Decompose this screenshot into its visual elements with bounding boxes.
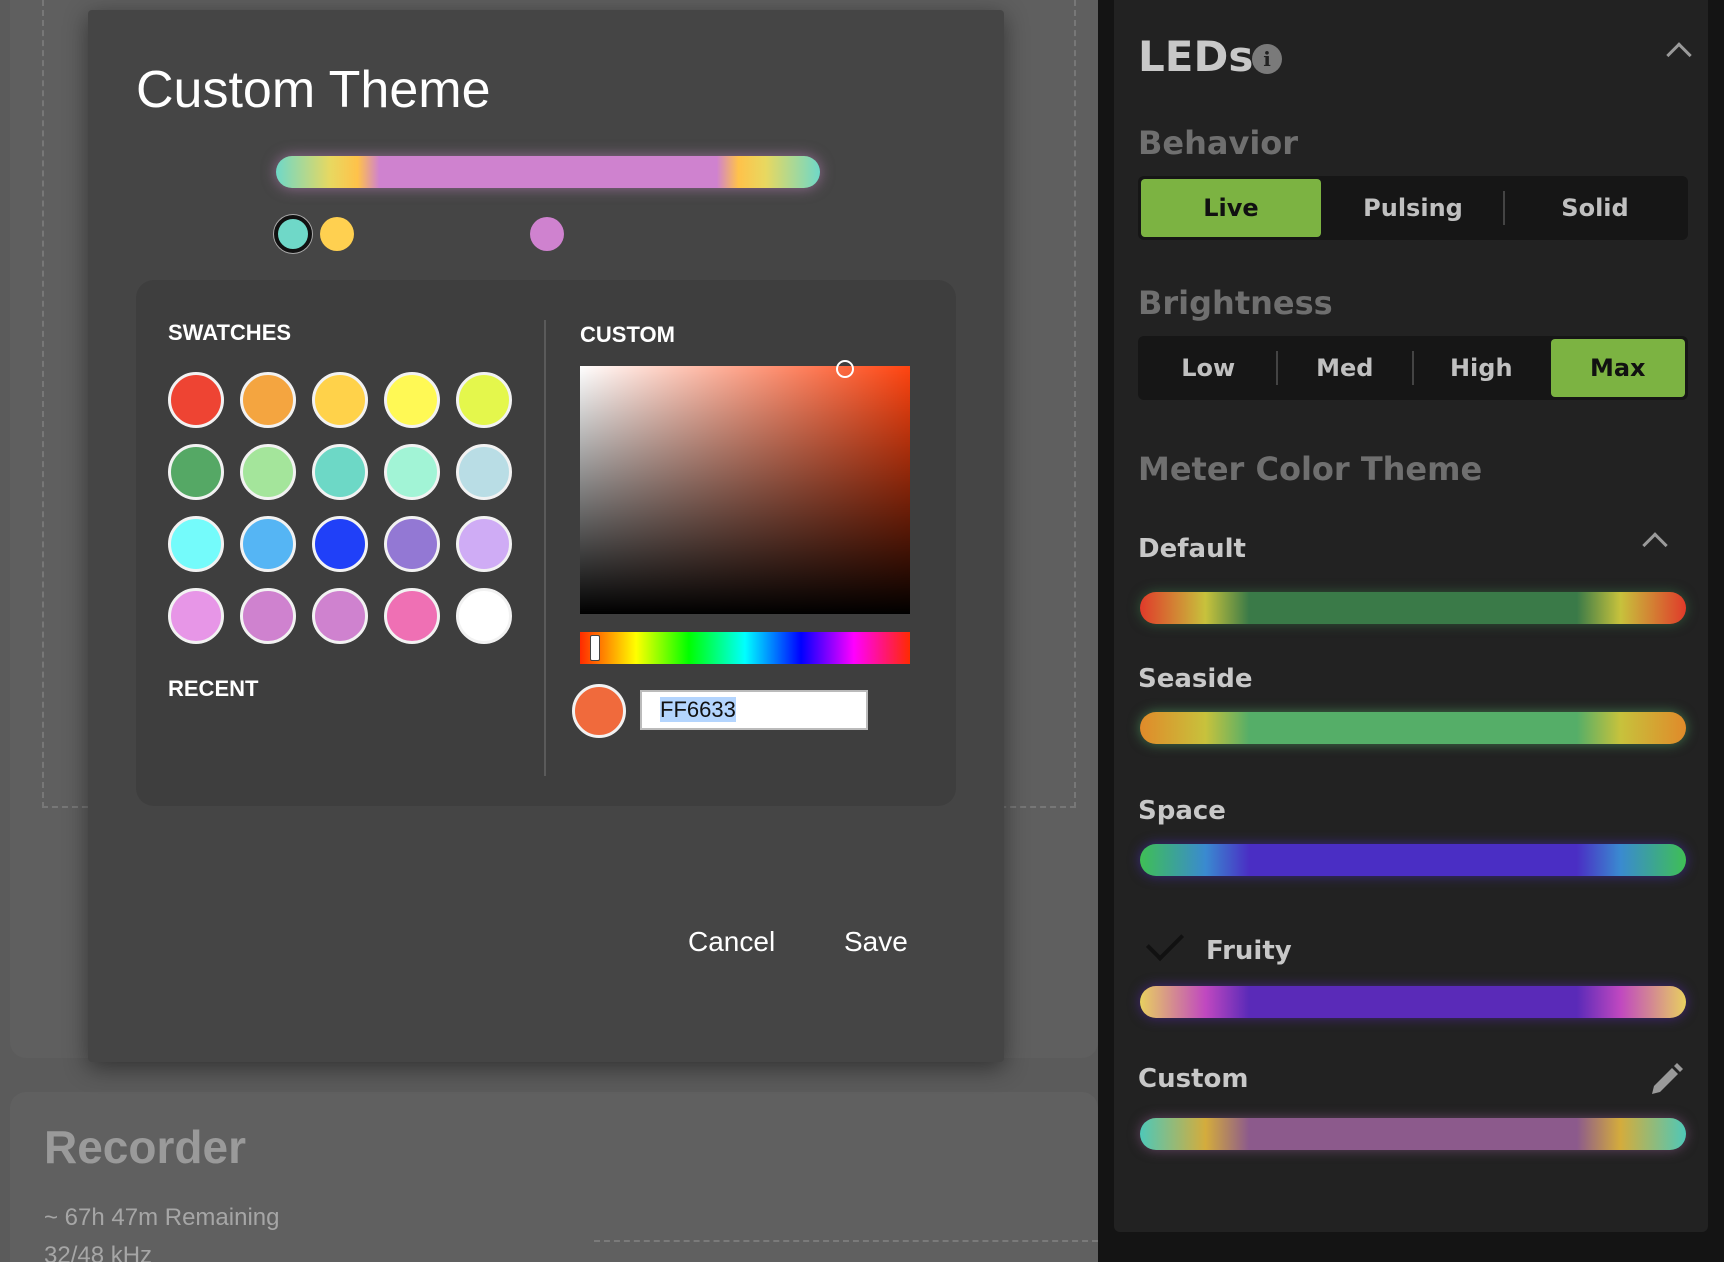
- swatch-9[interactable]: [384, 444, 440, 500]
- brightness-label: Brightness: [1138, 284, 1333, 322]
- swatch-5[interactable]: [456, 372, 512, 428]
- color-stop-3[interactable]: [530, 217, 564, 251]
- meter-color-theme-label: Meter Color Theme: [1138, 450, 1483, 488]
- swatch-17[interactable]: [240, 588, 296, 644]
- brightness-selector: Low Med High Max: [1138, 336, 1688, 400]
- current-color-preview: [572, 684, 626, 738]
- swatch-10[interactable]: [456, 444, 512, 500]
- color-stop-2[interactable]: [320, 217, 354, 251]
- brightness-option-max[interactable]: Max: [1550, 339, 1685, 397]
- theme-name-space[interactable]: Space: [1138, 796, 1226, 826]
- theme-preview-bar: [276, 156, 820, 188]
- swatch-2[interactable]: [240, 372, 296, 428]
- swatch-1[interactable]: [168, 372, 224, 428]
- theme-bar-default[interactable]: [1140, 592, 1686, 624]
- save-button[interactable]: Save: [844, 926, 908, 958]
- brightness-option-med[interactable]: Med: [1278, 339, 1413, 397]
- custom-theme-dialog: Custom Theme SWATCHES RECENT CUSTOM FF66…: [88, 10, 1004, 1062]
- swatch-19[interactable]: [384, 588, 440, 644]
- swatch-20[interactable]: [456, 588, 512, 644]
- collapse-chevron-icon[interactable]: [1666, 42, 1692, 68]
- color-picker: SWATCHES RECENT CUSTOM FF6633: [136, 280, 956, 806]
- swatch-8[interactable]: [312, 444, 368, 500]
- hex-input-value: FF6633: [660, 697, 736, 722]
- dialog-title: Custom Theme: [136, 61, 491, 119]
- pencil-icon[interactable]: [1646, 1060, 1686, 1100]
- behavior-selector: Live Pulsing Solid: [1138, 176, 1688, 240]
- brightness-option-low[interactable]: Low: [1141, 339, 1276, 397]
- behavior-option-solid[interactable]: Solid: [1505, 179, 1685, 237]
- theme-name-custom[interactable]: Custom: [1138, 1064, 1248, 1094]
- swatch-14[interactable]: [384, 516, 440, 572]
- behavior-label: Behavior: [1138, 124, 1299, 162]
- swatch-12[interactable]: [240, 516, 296, 572]
- leds-title: LEDs: [1138, 32, 1254, 81]
- theme-name-seaside[interactable]: Seaside: [1138, 664, 1253, 694]
- recorder-divider: [594, 1240, 1098, 1242]
- saturation-value-field[interactable]: [580, 360, 910, 614]
- swatch-6[interactable]: [168, 444, 224, 500]
- recent-label: RECENT: [168, 676, 259, 701]
- theme-name-default[interactable]: Default: [1138, 534, 1246, 564]
- recorder-remaining: ~ 67h 47m Remaining: [44, 1204, 280, 1231]
- hex-color-input[interactable]: FF6633: [640, 690, 868, 730]
- recorder-sample-rate: 32/48 kHz: [44, 1242, 153, 1262]
- recorder-card: Recorder ~ 67h 47m Remaining 32/48 kHz: [10, 1092, 1098, 1262]
- swatch-grid: [168, 372, 512, 644]
- checkmark-icon: [1145, 922, 1185, 962]
- custom-label: CUSTOM: [580, 322, 675, 347]
- theme-bar-custom[interactable]: [1140, 1118, 1686, 1150]
- theme-name-fruity[interactable]: Fruity: [1206, 936, 1292, 966]
- picker-divider: [544, 320, 546, 776]
- theme-bar-seaside[interactable]: [1140, 712, 1686, 744]
- swatch-4[interactable]: [384, 372, 440, 428]
- swatch-18[interactable]: [312, 588, 368, 644]
- behavior-option-pulsing[interactable]: Pulsing: [1323, 179, 1503, 237]
- swatch-15[interactable]: [456, 516, 512, 572]
- theme-bar-space[interactable]: [1140, 844, 1686, 876]
- hue-slider-handle[interactable]: [590, 635, 600, 661]
- swatches-label: SWATCHES: [168, 320, 292, 345]
- color-stop-1[interactable]: [274, 215, 312, 253]
- info-icon[interactable]: i: [1252, 44, 1282, 74]
- swatch-16[interactable]: [168, 588, 224, 644]
- hue-slider[interactable]: [580, 632, 910, 664]
- brightness-option-high[interactable]: High: [1414, 339, 1549, 397]
- saturation-value-handle[interactable]: [836, 360, 854, 378]
- behavior-option-live[interactable]: Live: [1141, 179, 1321, 237]
- theme-bar-fruity[interactable]: [1140, 986, 1686, 1018]
- theme-collapse-chevron-icon[interactable]: [1642, 532, 1668, 558]
- swatch-11[interactable]: [168, 516, 224, 572]
- swatch-3[interactable]: [312, 372, 368, 428]
- leds-panel: LEDs i Behavior Live Pulsing Solid Brightn…: [1098, 0, 1724, 1262]
- recorder-title: Recorder: [44, 1121, 246, 1173]
- swatch-7[interactable]: [240, 444, 296, 500]
- leds-panel-content: LEDs i Behavior Live Pulsing Solid Brightn…: [1114, 0, 1708, 1232]
- swatch-13[interactable]: [312, 516, 368, 572]
- cancel-button[interactable]: Cancel: [688, 926, 775, 958]
